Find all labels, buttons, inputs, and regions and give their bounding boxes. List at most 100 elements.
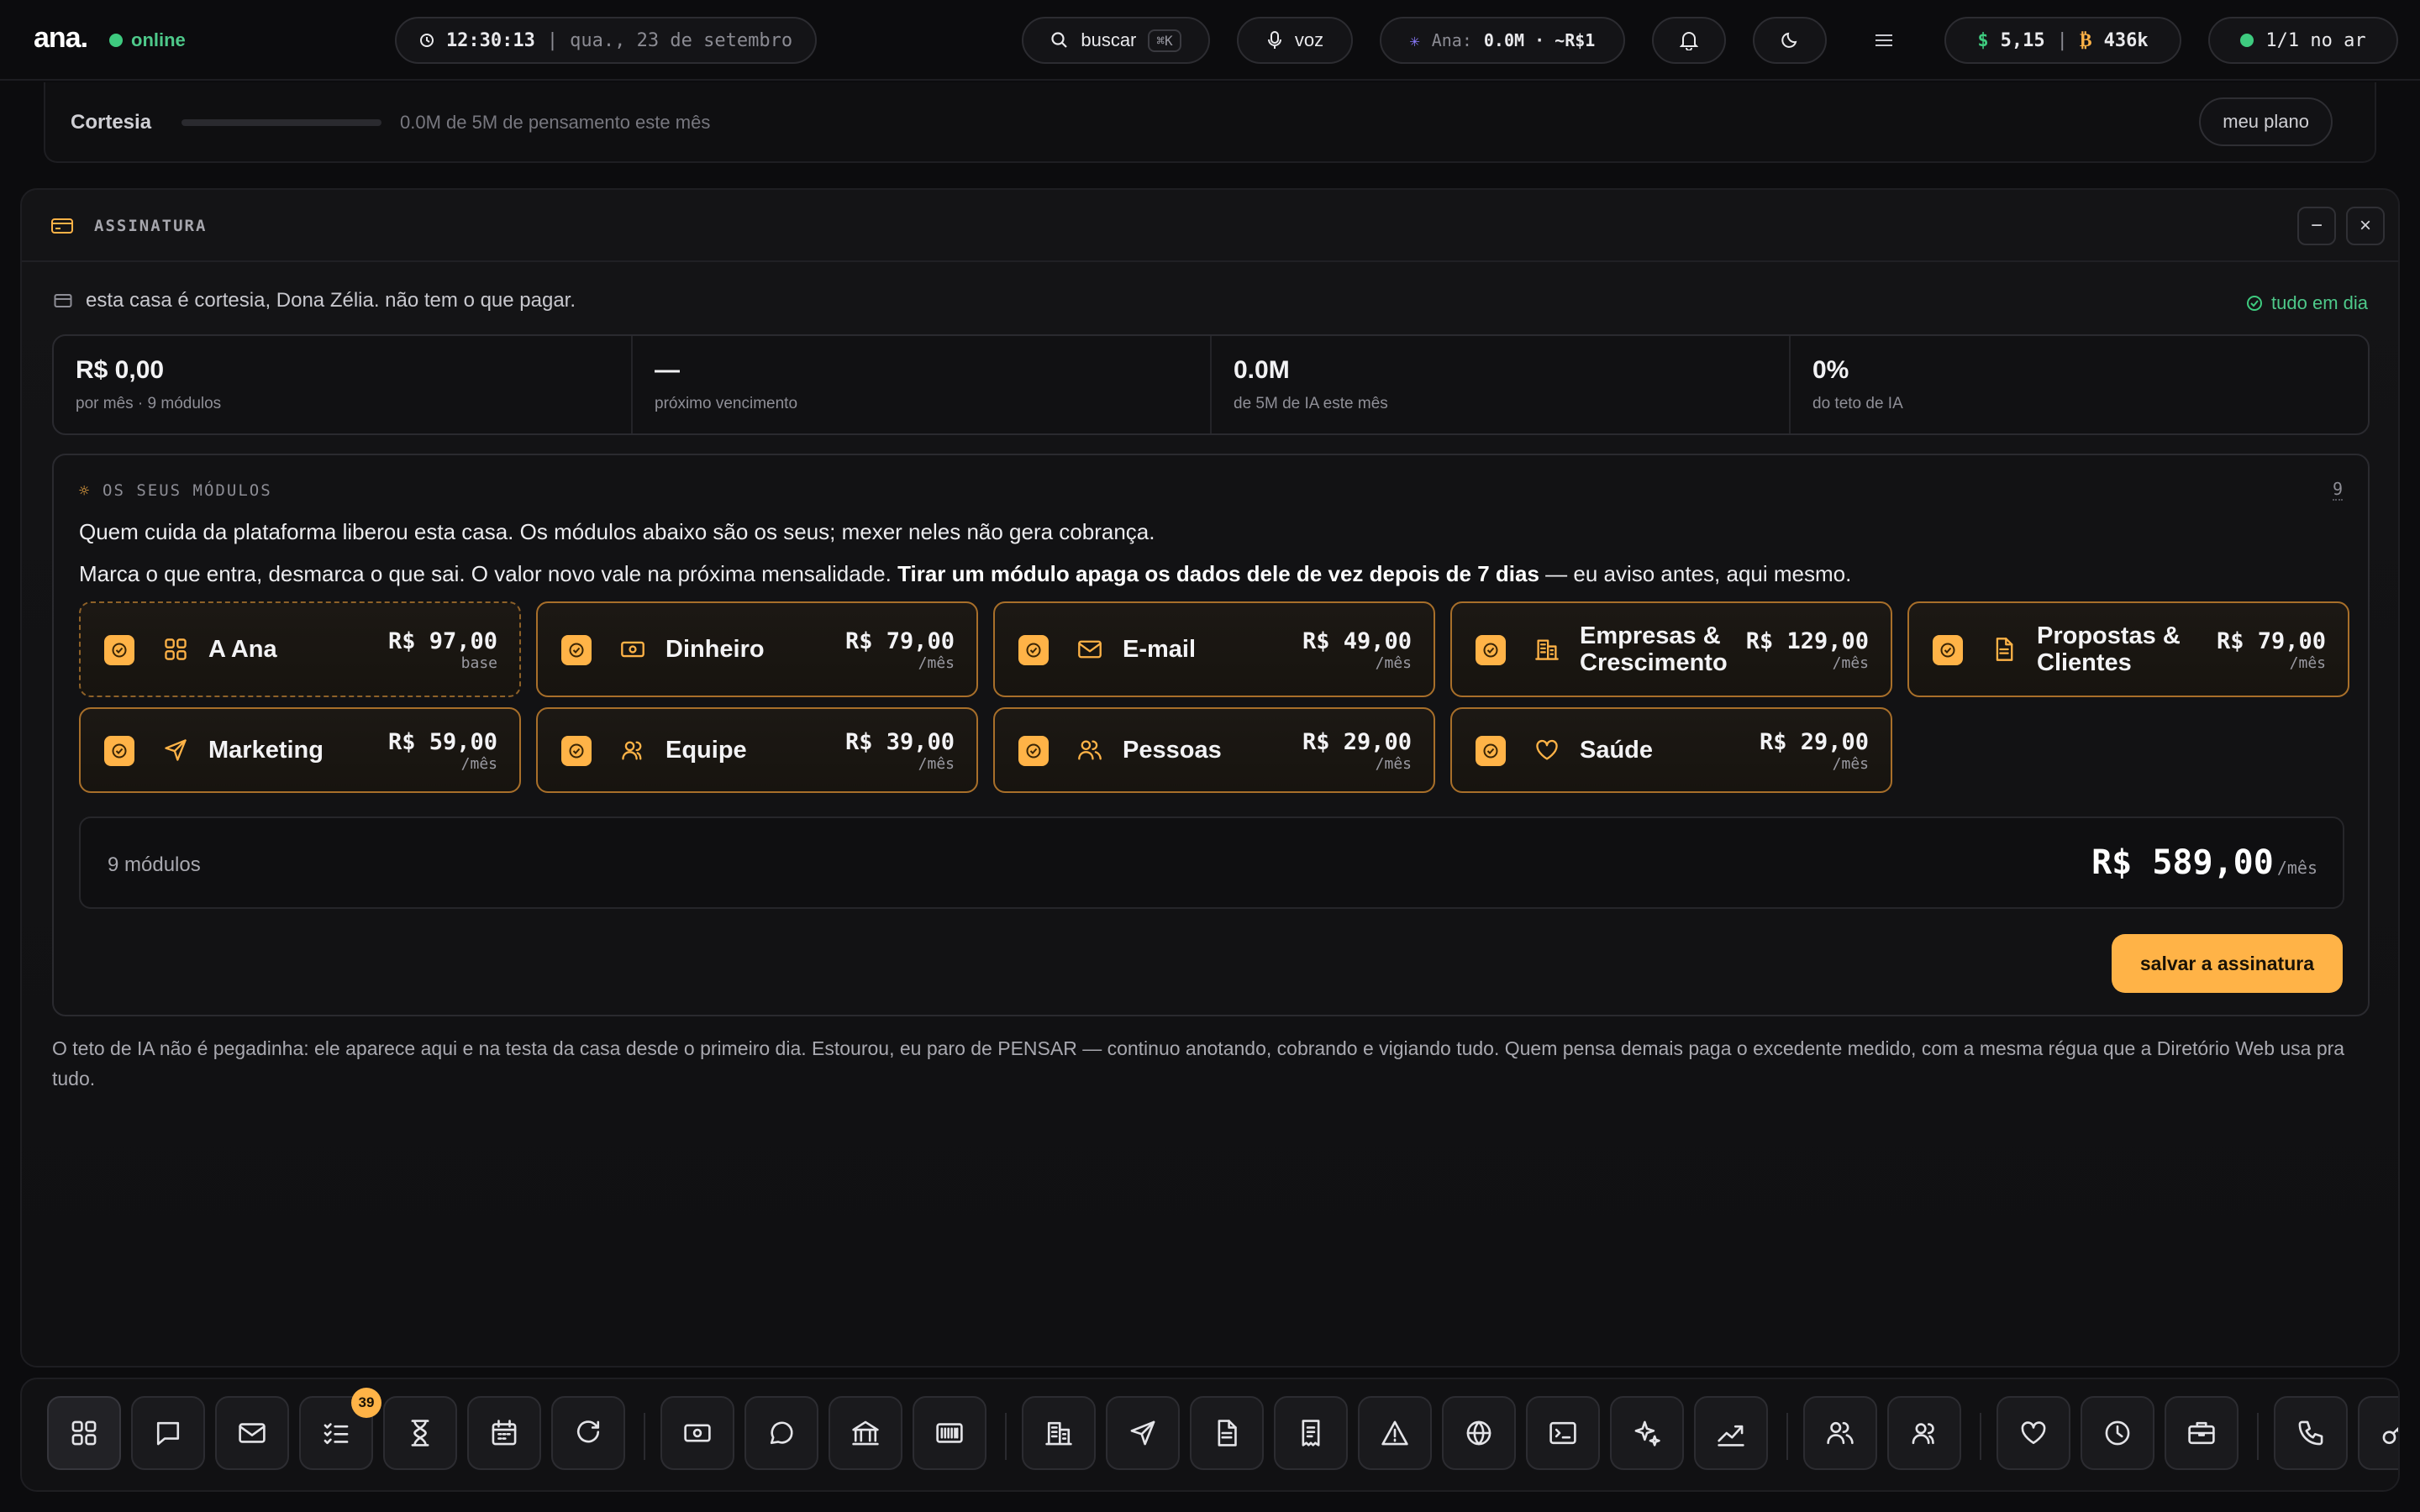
notifications-button[interactable] (1652, 17, 1726, 64)
module-price-unit: /mês (918, 654, 955, 672)
live-status-pill[interactable]: 1/1 no ar (2208, 17, 2398, 64)
module-card[interactable]: A Ana R$ 97,00 base (79, 601, 521, 697)
module-checkbox[interactable] (561, 736, 592, 766)
module-price-value: R$ 49,00 (1302, 628, 1412, 654)
refresh-icon (574, 1419, 602, 1447)
dock-separator (2257, 1413, 2259, 1460)
minimize-icon: − (2310, 214, 2323, 237)
courtesy-notice: esta casa é cortesia, Dona Zélia. não te… (54, 289, 576, 312)
dock-tasks-button[interactable]: 39 (299, 1388, 381, 1470)
usage-text: 0.0M de 5M de pensamento este mês (400, 112, 711, 133)
balance-pill[interactable]: $ 5,15 | ₿ 436k (1944, 17, 2181, 64)
voice-button[interactable]: voz (1237, 17, 1353, 64)
module-checkbox[interactable] (1933, 635, 1963, 665)
dock-heart-button[interactable] (1996, 1396, 2070, 1470)
building-icon (1044, 1419, 1073, 1447)
dock-bank-button[interactable] (829, 1396, 902, 1470)
dock-document-button[interactable] (1190, 1396, 1264, 1470)
module-card[interactable]: Marketing R$ 59,00/mês (79, 707, 521, 793)
dock-building-button[interactable] (1022, 1396, 1096, 1470)
ai-usage-pill[interactable]: ✳ Ana: 0.0M · ~R$1 (1380, 17, 1625, 64)
stat-label: de 5M de IA este mês (1234, 395, 1388, 412)
dock-chart-button[interactable] (1694, 1396, 1768, 1470)
mail-icon (238, 1419, 266, 1447)
module-checkbox[interactable] (1476, 736, 1506, 766)
module-checkbox[interactable] (104, 736, 134, 766)
chat-icon (154, 1419, 182, 1447)
dock-send-button[interactable] (1106, 1396, 1180, 1470)
menu-button[interactable] (1869, 25, 1899, 55)
dock-mail-button[interactable] (215, 1396, 289, 1470)
dock-apps-button[interactable] (47, 1396, 121, 1470)
clock-pill[interactable]: 12:30:13 | qua., 23 de setembro (395, 17, 817, 64)
module-price-value: R$ 79,00 (2216, 628, 2326, 654)
subscription-panel: ASSINATURA − × esta casa é cortesia, Don… (20, 188, 2400, 1368)
module-card[interactable]: Saúde R$ 29,00/mês (1450, 707, 1892, 793)
people-icon (1826, 1419, 1854, 1447)
dock-team-button[interactable] (1887, 1396, 1961, 1470)
document-icon (1213, 1419, 1241, 1447)
dock-key-button[interactable] (2358, 1396, 2398, 1470)
barcode-icon (935, 1419, 964, 1447)
dock-briefcase-button[interactable] (2165, 1396, 2238, 1470)
module-price: R$ 59,00/mês (388, 729, 497, 773)
module-card[interactable]: E-mail R$ 49,00/mês (993, 601, 1435, 697)
dock-clock-button[interactable] (2081, 1396, 2154, 1470)
notice-text: esta casa é cortesia, Dona Zélia. não te… (86, 289, 576, 312)
check-icon (567, 742, 586, 760)
module-price-unit: base (460, 654, 497, 672)
dock-refresh-button[interactable] (551, 1396, 625, 1470)
dock-people-button[interactable] (1803, 1396, 1877, 1470)
dock-hourglass-button[interactable] (383, 1396, 457, 1470)
dock-sparkles-button[interactable] (1610, 1396, 1684, 1470)
module-card[interactable]: Dinheiro R$ 79,00/mês (536, 601, 978, 697)
module-card[interactable]: Equipe R$ 39,00/mês (536, 707, 978, 793)
dock-separator (1786, 1413, 1788, 1460)
dock-alert-button[interactable] (1358, 1396, 1432, 1470)
dock-barcode-button[interactable] (913, 1396, 986, 1470)
dock-terminal-button[interactable] (1526, 1396, 1600, 1470)
save-subscription-button[interactable]: salvar a assinatura (2111, 934, 2343, 993)
dock-chat-button[interactable] (131, 1396, 205, 1470)
minimize-button[interactable]: − (2297, 207, 2336, 245)
dock-calendar-button[interactable] (467, 1396, 541, 1470)
modules-title: OS SEUS MÓDULOS (103, 481, 272, 500)
module-price-unit: /mês (918, 755, 955, 773)
module-checkbox[interactable] (1018, 736, 1049, 766)
my-plan-button[interactable]: meu plano (2199, 97, 2333, 146)
stat-value: 0.0M (1234, 356, 1290, 384)
module-price: R$ 29,00/mês (1760, 729, 1869, 773)
dock-whatsapp-button[interactable] (744, 1396, 818, 1470)
module-checkbox[interactable] (104, 635, 134, 665)
voice-label: voz (1294, 29, 1324, 50)
module-card[interactable]: Propostas & Clientes R$ 79,00/mês (1907, 601, 2349, 697)
module-card[interactable]: Empresas & Crescimento R$ 129,00/mês (1450, 601, 1892, 697)
module-price: R$ 79,00/mês (845, 628, 955, 672)
clock-icon (2103, 1419, 2132, 1447)
search-button[interactable]: buscar ⌘K (1022, 17, 1210, 64)
clock-date: qua., 23 de setembro (570, 29, 793, 51)
module-name: Equipe (666, 737, 747, 764)
key-icon (2381, 1419, 2398, 1447)
dock-globe-button[interactable] (1442, 1396, 1516, 1470)
module-price-value: R$ 97,00 (387, 628, 497, 654)
module-price-value: R$ 79,00 (844, 628, 955, 654)
tasks-icon (322, 1419, 350, 1447)
app-logo[interactable]: ana. (34, 22, 88, 55)
clock-time: 12:30:13 (445, 29, 535, 51)
dock-receipt-button[interactable] (1274, 1396, 1348, 1470)
dock-separator (1005, 1413, 1007, 1460)
theme-toggle[interactable] (1753, 17, 1827, 64)
modules-header: ☼ OS SEUS MÓDULOS (79, 480, 272, 501)
close-button[interactable]: × (2346, 207, 2385, 245)
module-price-unit: /mês (460, 755, 497, 773)
online-status: online (109, 29, 186, 51)
module-checkbox[interactable] (1018, 635, 1049, 665)
phone-icon (2296, 1419, 2325, 1447)
dock-phone-button[interactable] (2274, 1396, 2348, 1470)
module-card[interactable]: Pessoas R$ 29,00/mês (993, 707, 1435, 793)
check-icon (1024, 742, 1043, 760)
module-checkbox[interactable] (561, 635, 592, 665)
dock-cash-button[interactable] (660, 1396, 734, 1470)
module-checkbox[interactable] (1476, 635, 1506, 665)
